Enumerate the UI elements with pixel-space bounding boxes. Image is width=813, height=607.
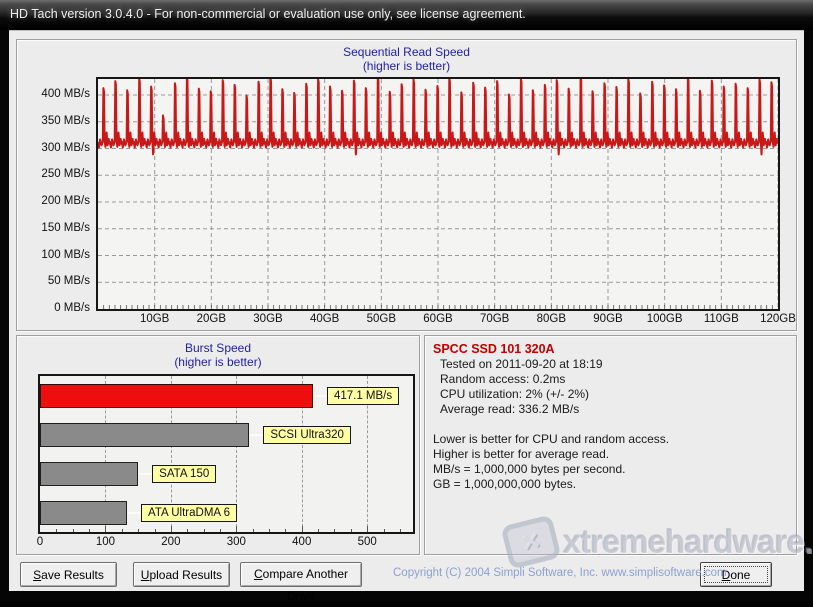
seq-y-tick-label: 150 MB/s — [19, 222, 90, 235]
seq-y-tick-label: 350 MB/s — [19, 115, 90, 128]
burst-chart-title: Burst Speed — [17, 341, 419, 355]
burst-axis-tick — [351, 529, 352, 532]
burst-x-tick-label: 400 — [284, 536, 320, 548]
burst-axis-tick — [187, 529, 188, 532]
seq-x-tick-label: 10GB — [131, 313, 179, 325]
burst-axis-tick — [253, 529, 254, 532]
burst-x-tick-label: 0 — [22, 536, 58, 548]
burst-x-tick-label: 300 — [218, 536, 254, 548]
burst-axis-tick — [204, 529, 205, 532]
seq-y-tick-label: 300 MB/s — [19, 142, 90, 155]
burst-axis-tick — [384, 529, 385, 532]
burst-axis-tick — [302, 526, 303, 532]
upload-results-button[interactable]: Upload Results — [133, 562, 230, 587]
burst-bar-tested-drive — [40, 384, 313, 408]
burst-axis-tick — [236, 526, 237, 532]
seq-chart-title: Sequential Read Speed — [17, 45, 796, 59]
info-tested-on: Tested on 2011-09-20 at 18:19 — [433, 357, 788, 372]
burst-axis-tick — [269, 529, 270, 532]
info-random-access: Random access: 0.2ms — [433, 372, 788, 387]
seq-y-tick-label: 50 MB/s — [19, 275, 90, 288]
info-cpu-utilization: CPU utilization: 2% (+/- 2%) — [433, 387, 788, 402]
burst-axis-tick — [155, 529, 156, 532]
seq-x-tick-label: 120GB — [754, 313, 802, 325]
info-note-4: GB = 1,000,000,000 bytes. — [433, 477, 788, 492]
seq-y-tick-label: 200 MB/s — [19, 195, 90, 208]
burst-axis-tick — [89, 529, 90, 532]
seq-y-axis-labels: 0 MB/s50 MB/s100 MB/s150 MB/s200 MB/s250… — [19, 77, 90, 311]
burst-x-tick-label: 500 — [349, 536, 385, 548]
drive-info-panel: SPCC SSD 101 320A Tested on 2011-09-20 a… — [424, 335, 797, 555]
burst-axis-tick — [105, 526, 106, 532]
bar-label-connector — [128, 512, 141, 514]
seq-x-tick-label: 20GB — [187, 313, 235, 325]
seq-x-tick-label: 30GB — [244, 313, 292, 325]
title-bar[interactable]: HD Tach version 3.0.4.0 - For non-commer… — [0, 0, 813, 30]
seq-y-tick-label: 400 MB/s — [19, 88, 90, 101]
seq-plot-area — [96, 77, 780, 311]
seq-line-chart — [98, 79, 778, 309]
burst-speed-panel: Burst Speed (higher is better) 417.1 MB/… — [16, 335, 420, 555]
burst-axis-tick — [285, 529, 286, 532]
burst-x-axis-labels: 0100200300400500 — [38, 536, 415, 550]
seq-x-tick-label: 50GB — [357, 313, 405, 325]
seq-x-axis-labels: 10GB 20GB 30GB 40GB 50GB 60GB 70GB 80GB 90GB 100G… — [96, 313, 780, 327]
burst-axis-tick — [220, 529, 221, 532]
drive-info-text: SPCC SSD 101 320A Tested on 2011-09-20 a… — [433, 342, 788, 548]
compare-label: ompare Another Drive — [263, 567, 348, 603]
client-area: Sequential Read Speed (higher is better)… — [9, 30, 804, 591]
seq-y-tick-label: 250 MB/s — [19, 168, 90, 181]
burst-x-tick-label: 200 — [153, 536, 189, 548]
app-window: HD Tach version 3.0.4.0 - For non-commer… — [0, 0, 813, 601]
seq-chart-subtitle: (higher is better) — [17, 59, 796, 73]
seq-x-tick-label: 100GB — [641, 313, 689, 325]
seq-x-tick-label: 70GB — [471, 313, 519, 325]
burst-x-tick-label: 100 — [87, 536, 123, 548]
info-note-3: MB/s = 1,000,000 bytes per second. — [433, 462, 788, 477]
info-note-1: Lower is better for CPU and random acces… — [433, 432, 788, 447]
seq-x-tick-label: 110GB — [697, 313, 745, 325]
burst-bar-label: 417.1 MB/s — [327, 387, 399, 405]
drive-name: SPCC SSD 101 320A — [433, 342, 788, 357]
seq-x-tick-label: 40GB — [301, 313, 349, 325]
upload-label: pload Results — [149, 568, 222, 582]
burst-axis-tick — [367, 526, 368, 532]
bar-label-connector — [314, 395, 327, 397]
burst-axis-tick — [400, 529, 401, 532]
burst-bar-sata-150 — [40, 462, 138, 486]
burst-chart-subtitle: (higher is better) — [17, 355, 419, 369]
burst-bar-label: ATA UltraDMA 6 — [141, 504, 237, 522]
burst-bar-scsi-ultra320 — [40, 423, 249, 447]
seq-y-tick-label: 0 MB/s — [19, 302, 90, 315]
seq-x-tick-label: 60GB — [414, 313, 462, 325]
burst-bar-label: SCSI Ultra320 — [263, 426, 351, 444]
burst-axis-tick — [171, 526, 172, 532]
seq-x-tick-label: 90GB — [584, 313, 632, 325]
seq-x-tick-label: 80GB — [527, 313, 575, 325]
compare-mnemonic: C — [254, 567, 263, 581]
info-average-read: Average read: 336.2 MB/s — [433, 402, 788, 417]
burst-axis-tick — [318, 529, 319, 532]
burst-plot-area: 417.1 MB/s SCSI Ultra320 SATA 150 ATA Ultra… — [38, 374, 415, 534]
burst-axis-tick — [56, 529, 57, 532]
bar-label-connector — [250, 434, 263, 436]
burst-axis-tick — [122, 529, 123, 532]
sequential-read-panel: Sequential Read Speed (higher is better)… — [16, 39, 797, 331]
seq-y-tick-label: 100 MB/s — [19, 249, 90, 262]
burst-bar-label: SATA 150 — [152, 465, 216, 483]
info-note-2: Higher is better for average read. — [433, 447, 788, 462]
save-label: ave Results — [41, 568, 104, 582]
compare-another-drive-button[interactable]: Compare Another Drive — [240, 562, 362, 587]
burst-bar-ata-ultradma-6 — [40, 501, 127, 525]
save-mnemonic: S — [33, 568, 41, 582]
copyright-text: Copyright (C) 2004 Simpli Software, Inc.… — [393, 567, 727, 579]
bar-label-connector — [139, 473, 152, 475]
burst-axis-tick — [138, 529, 139, 532]
window-title: HD Tach version 3.0.4.0 - For non-commer… — [10, 7, 526, 21]
done-label: one — [730, 568, 750, 582]
save-results-button[interactable]: Save Results — [20, 562, 117, 587]
burst-axis-tick — [334, 529, 335, 532]
burst-axis-tick — [73, 529, 74, 532]
info-spacer — [433, 417, 788, 432]
